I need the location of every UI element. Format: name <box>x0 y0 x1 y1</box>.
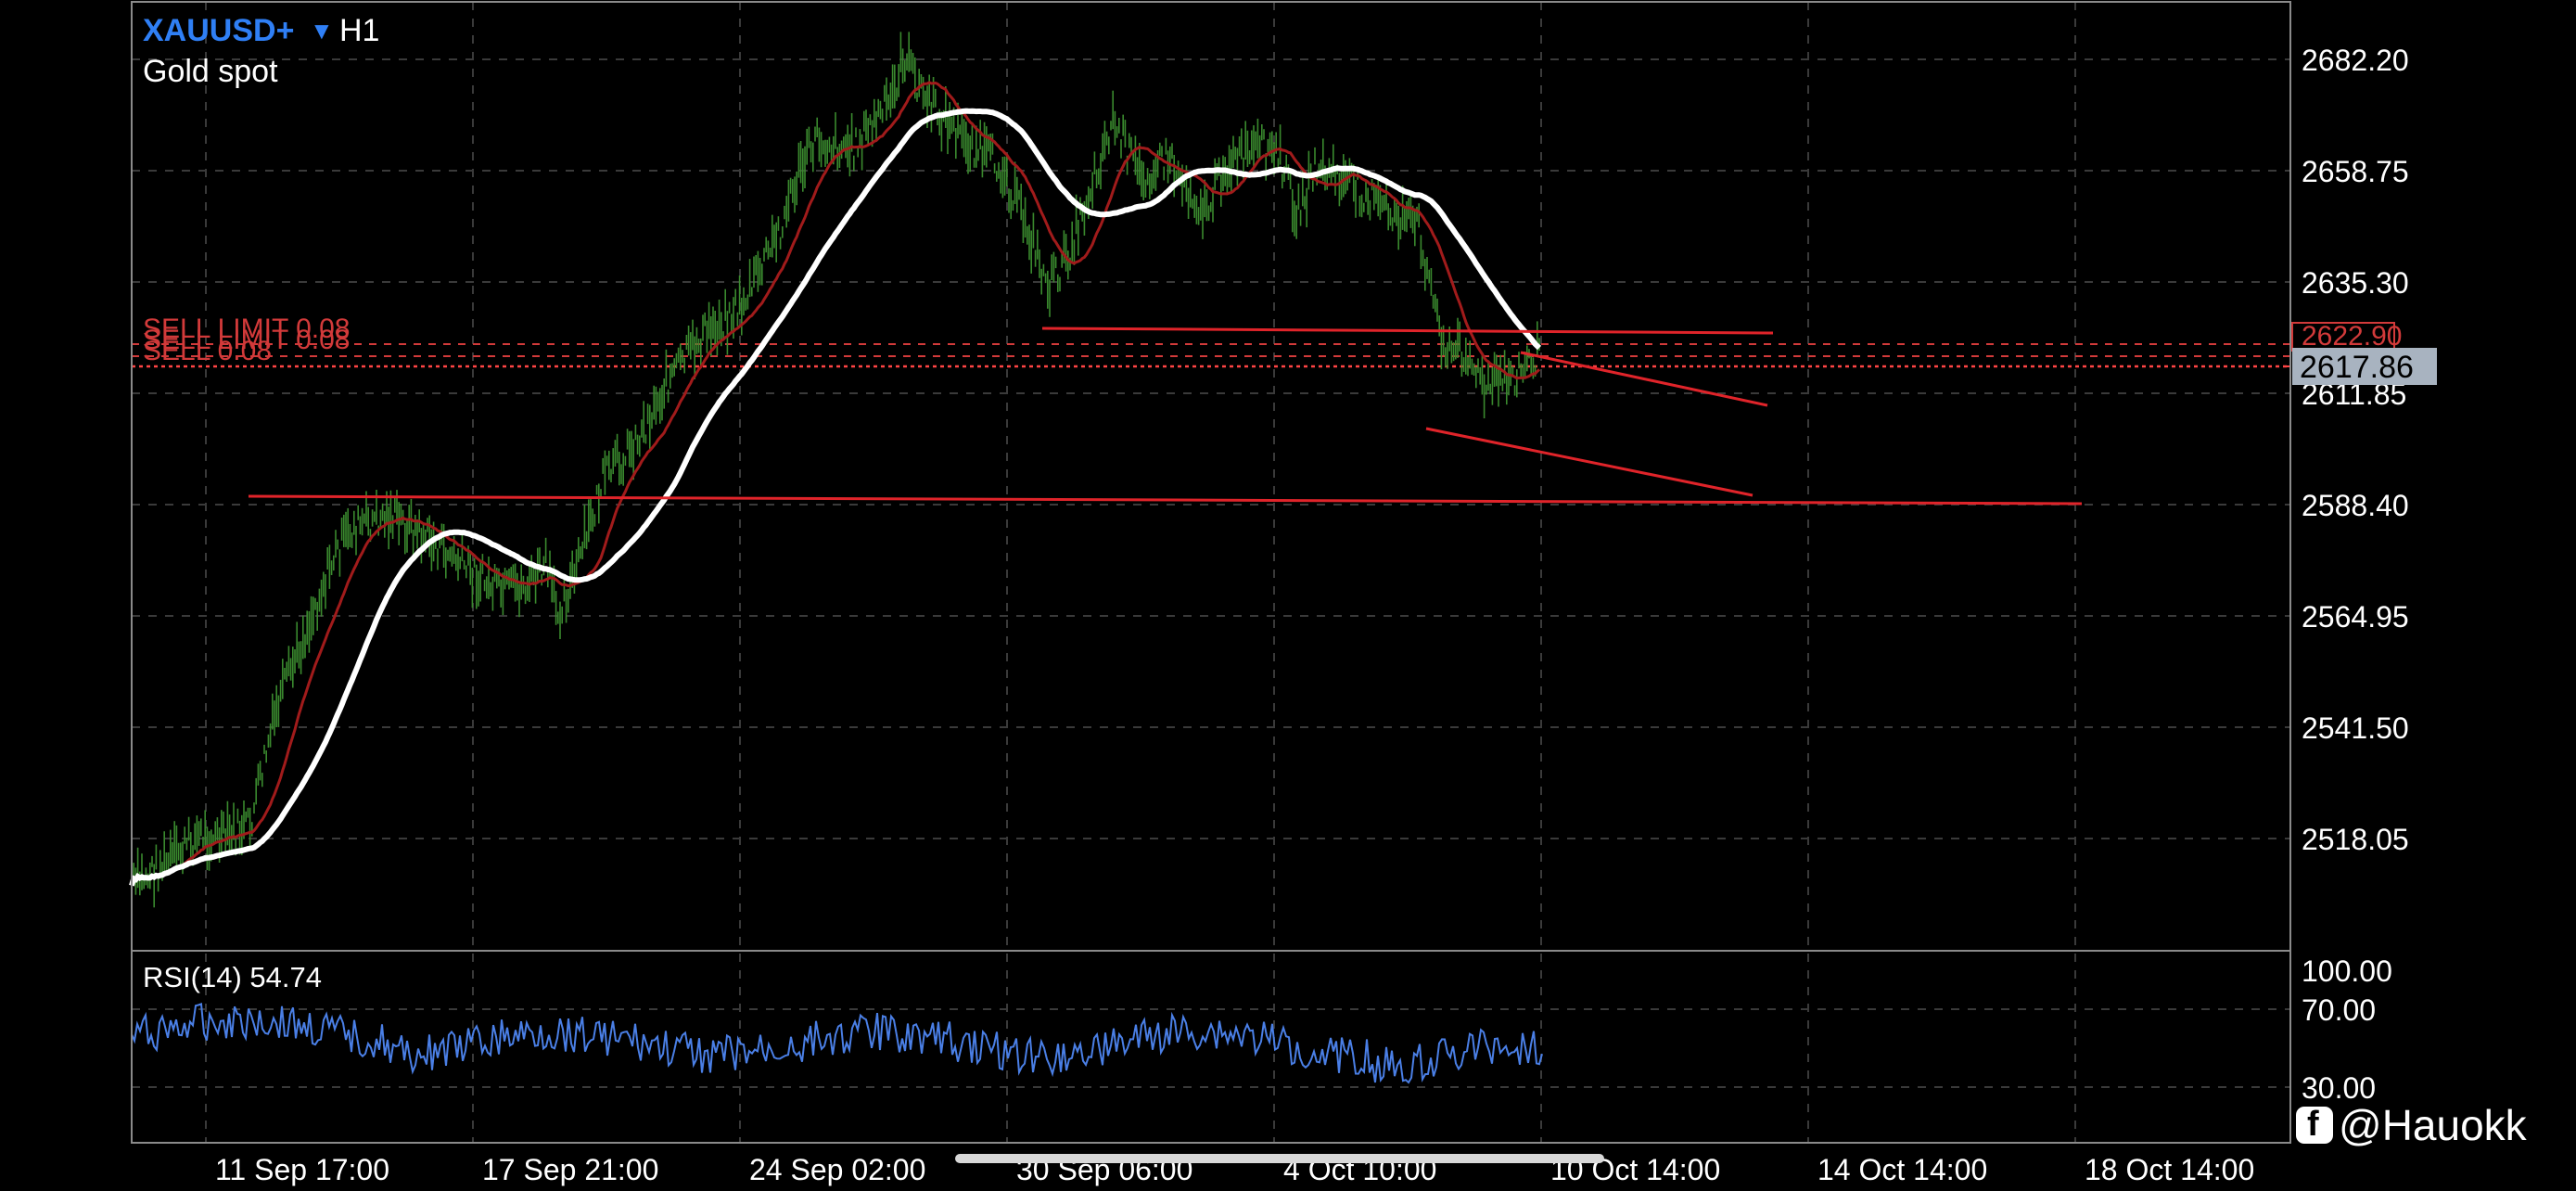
resistance-line <box>1041 327 1774 335</box>
price-axis-label: 2564.95 <box>2302 600 2409 634</box>
price-axis-label: 2518.05 <box>2302 823 2409 856</box>
price-axis-label: 2541.50 <box>2302 711 2409 745</box>
order-price-tag-text: 2622.90 <box>2302 321 2402 352</box>
moving-averages <box>129 81 1542 887</box>
trendlines[interactable] <box>248 327 2083 506</box>
time-axis-label: 17 Sep 21:00 <box>482 1153 658 1186</box>
timeframe-label[interactable]: H1 <box>339 13 379 49</box>
channel-lower-line <box>1425 427 1753 497</box>
order-label: SELL 0.08 <box>143 336 272 366</box>
price-chart[interactable]: 2682.202658.752635.302611.852588.402564.… <box>0 0 2576 1191</box>
ma-fast-line <box>130 81 1541 887</box>
time-axis-label: 24 Sep 02:00 <box>749 1153 925 1186</box>
price-axis-label: 2635.30 <box>2302 266 2409 300</box>
symbol-name[interactable]: XAUUSD+ <box>143 13 294 49</box>
time-axis-label: 11 Sep 17:00 <box>215 1153 389 1186</box>
horizontal-levels[interactable] <box>132 343 2290 368</box>
price-candles <box>131 32 1540 908</box>
facebook-icon: f <box>2296 1105 2333 1144</box>
horizontal-scrollbar <box>955 1154 1604 1163</box>
price-axis-label: 2588.40 <box>2302 489 2409 522</box>
symbol-description: Gold spot <box>143 54 278 89</box>
current-price-text: 2617.86 <box>2300 350 2414 385</box>
rsi-axis-label: 70.00 <box>2302 993 2376 1027</box>
time-axis-label: 18 Oct 14:00 <box>2085 1153 2254 1186</box>
price-axis-label: 2658.75 <box>2302 155 2409 188</box>
time-axis-label: 14 Oct 14:00 <box>1817 1153 1987 1186</box>
rsi-label: RSI(14) 54.74 <box>143 961 322 993</box>
rsi-line <box>131 1003 1543 1084</box>
rsi-panel <box>131 1003 2290 1088</box>
price-axis-label: 2682.20 <box>2302 44 2409 77</box>
support-line <box>248 494 2083 506</box>
channel-upper-line <box>1520 351 1768 407</box>
rsi-axis-label: 100.00 <box>2302 954 2392 988</box>
watermark-text: @Hauokk <box>2339 1101 2527 1149</box>
chevron-down-icon[interactable]: ▼ <box>310 17 334 45</box>
